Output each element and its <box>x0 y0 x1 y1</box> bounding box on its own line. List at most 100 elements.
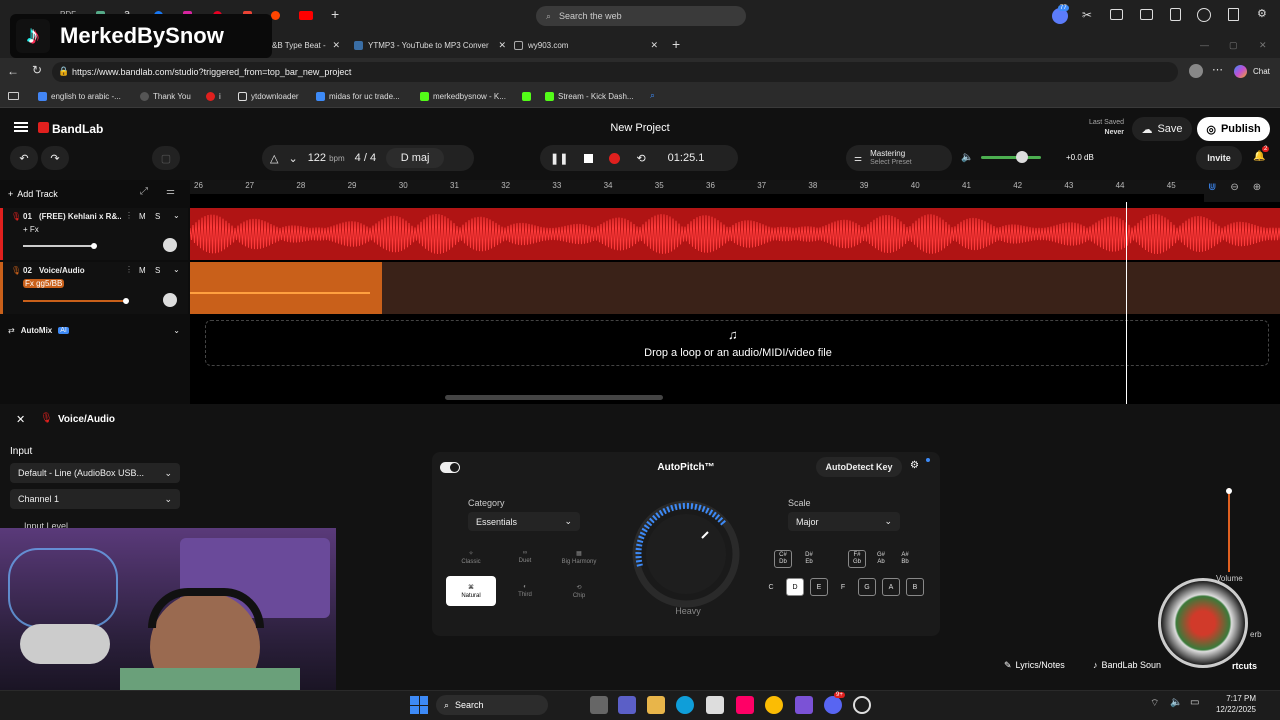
solo-button[interactable]: S <box>155 212 160 221</box>
close-tab-icon[interactable]: ✕ <box>332 40 340 51</box>
url-field[interactable]: 🔒 https://www.bandlab.com/studio?trigger… <box>52 62 1178 82</box>
chevron-down-icon[interactable]: ⌄ <box>173 326 180 335</box>
favorite-item[interactable]: midas for uc trade... <box>316 89 400 103</box>
screen-capture-icon[interactable] <box>1140 9 1153 20</box>
close-tab-icon[interactable]: ✕ <box>650 40 658 51</box>
paint-icon[interactable] <box>736 696 754 714</box>
youtube-icon[interactable] <box>299 11 313 20</box>
bandlab-logo-text[interactable]: BandLab <box>52 122 103 136</box>
shortcuts-button[interactable]: rtcuts <box>1232 661 1257 671</box>
track-lane-1[interactable] <box>189 208 1280 260</box>
chrome-icon[interactable] <box>765 696 783 714</box>
natural-key[interactable]: G <box>858 578 876 596</box>
chat-label[interactable]: Chat <box>1253 67 1270 76</box>
windows-start-icon[interactable] <box>410 696 428 714</box>
lock-icon[interactable]: 🔒 <box>58 66 69 77</box>
battery-icon[interactable]: ▭ <box>1190 697 1199 708</box>
fader-handle[interactable] <box>1226 488 1232 494</box>
solo-button[interactable]: S <box>155 266 160 275</box>
taskbar-search[interactable]: ⌕ Search <box>436 695 548 715</box>
profile-avatar[interactable] <box>1189 64 1203 78</box>
mute-button[interactable]: M <box>139 266 146 275</box>
favorite-item[interactable]: ytdownloader <box>238 89 299 103</box>
new-tab-icon[interactable]: + <box>672 36 680 52</box>
autopitch-toggle[interactable] <box>440 462 460 473</box>
search-box[interactable]: ⌕ Search the web <box>536 6 746 26</box>
kick-icon[interactable] <box>522 92 531 101</box>
magnet-icon[interactable]: ⋓ <box>1208 182 1216 202</box>
track-name[interactable]: Voice/Audio <box>39 266 85 275</box>
search-icon[interactable]: ⌕ <box>650 90 655 101</box>
play-circle-icon[interactable] <box>1197 8 1211 22</box>
invite-button[interactable]: Invite <box>1196 146 1242 170</box>
favorite-item[interactable]: Thank You <box>140 89 191 103</box>
reading-list-icon[interactable] <box>8 92 19 100</box>
tools-icon[interactable]: ⤢ <box>140 186 148 197</box>
natural-key[interactable]: B <box>906 578 924 596</box>
close-icon[interactable]: ✕ <box>16 413 25 426</box>
sharp-key[interactable]: G# Ab <box>872 550 890 568</box>
track-header-1[interactable]: 🎙 01 (FREE) Kehlani x R&... ⋮ M S ⌄ + Fx <box>0 208 188 260</box>
edge-icon[interactable] <box>676 696 694 714</box>
close-window-icon[interactable]: ✕ <box>1259 40 1267 51</box>
publish-button[interactable]: ◎ Publish <box>1197 117 1270 141</box>
tab-1[interactable]: &B Type Beat - ✕ <box>266 34 346 56</box>
stop-icon[interactable] <box>584 153 594 163</box>
time-signature[interactable]: 4 / 4 <box>355 152 376 164</box>
natural-key[interactable]: D <box>786 578 804 596</box>
mode-duet[interactable]: ∞ Duet <box>500 542 550 572</box>
copilot-app-icon[interactable] <box>795 696 813 714</box>
amount-knob[interactable] <box>632 500 744 612</box>
clock-time[interactable]: 7:17 PM <box>1208 694 1256 703</box>
bell-icon[interactable]: 🔔 <box>1253 151 1265 162</box>
task-view-icon[interactable] <box>590 696 608 714</box>
lyrics-notes-button[interactable]: ✎ Lyrics/Notes <box>1004 660 1065 671</box>
mode-natural[interactable]: ⌘ Natural <box>446 576 496 606</box>
drop-zone[interactable]: ♫ Drop a loop or an audio/MIDI/video fil… <box>205 320 1269 366</box>
mode-third[interactable]: ◐ Third <box>500 576 550 606</box>
master-volume-slider[interactable] <box>981 156 1041 159</box>
minimize-icon[interactable]: — <box>1200 40 1209 50</box>
hamburger-menu-icon[interactable] <box>14 122 28 132</box>
new-tab-plus-icon[interactable]: + <box>331 6 339 22</box>
track-name[interactable]: (FREE) Kehlani x R&... <box>39 212 121 221</box>
volume-fader[interactable] <box>1228 488 1230 572</box>
volume-icon[interactable]: 🔈 <box>1170 697 1182 708</box>
discord-icon[interactable] <box>824 696 842 714</box>
calculator-icon[interactable] <box>1170 8 1181 21</box>
mode-classic[interactable]: ✧ Classic <box>446 542 496 572</box>
chevron-down-icon[interactable]: ⌄ <box>173 211 180 220</box>
tab-3[interactable]: wy903.com ✕ <box>508 34 664 56</box>
wifi-icon[interactable]: ⌔ <box>1150 697 1159 710</box>
pause-icon[interactable]: ❚❚ <box>550 152 568 165</box>
mode-big-harmony[interactable]: ▦ Big Harmony <box>554 542 604 572</box>
zoom-out-icon[interactable]: ⊖ <box>1230 182 1238 202</box>
redo-button[interactable]: ↷ <box>41 146 69 170</box>
category-select[interactable]: Essentials ⌄ <box>468 512 580 531</box>
bandlab-sounds-button[interactable]: ♪ BandLab Soun <box>1093 660 1161 670</box>
natural-key[interactable]: E <box>810 578 828 596</box>
natural-key[interactable]: C <box>762 578 780 596</box>
volume-handle[interactable] <box>91 243 97 249</box>
settings-gear-icon[interactable]: ⚙ <box>1257 7 1267 20</box>
teams-icon[interactable] <box>618 696 636 714</box>
playhead[interactable] <box>1126 202 1127 404</box>
mixer-icon[interactable]: ⚌ <box>166 186 175 197</box>
timeline-ruler[interactable]: 26 27 28 29 30 31 32 33 34 35 36 37 38 39 40 41 42 43 44 45 <box>190 180 1280 194</box>
close-tab-icon[interactable]: ✕ <box>498 40 506 51</box>
speaker-icon[interactable]: 🔈 <box>961 152 973 163</box>
trash-icon[interactable] <box>1228 8 1239 21</box>
undo-button[interactable]: ↶ <box>10 146 38 170</box>
more-menu-icon[interactable]: ⋯ <box>1212 63 1223 76</box>
mute-button[interactable]: M <box>139 212 146 221</box>
print-icon[interactable] <box>1110 9 1123 20</box>
file-explorer-icon[interactable] <box>647 696 665 714</box>
favorite-item[interactable]: merkedbysnow - K... <box>420 89 506 103</box>
back-arrow-icon[interactable]: ← <box>7 64 19 78</box>
favorite-item[interactable]: i <box>206 89 221 103</box>
favorite-item[interactable]: english to arabic -... <box>38 89 121 103</box>
record-icon[interactable] <box>609 152 621 164</box>
mastering-button[interactable]: ⚌ Mastering Select Preset <box>846 145 952 171</box>
pan-knob[interactable] <box>163 238 177 252</box>
natural-key[interactable]: A <box>882 578 900 596</box>
